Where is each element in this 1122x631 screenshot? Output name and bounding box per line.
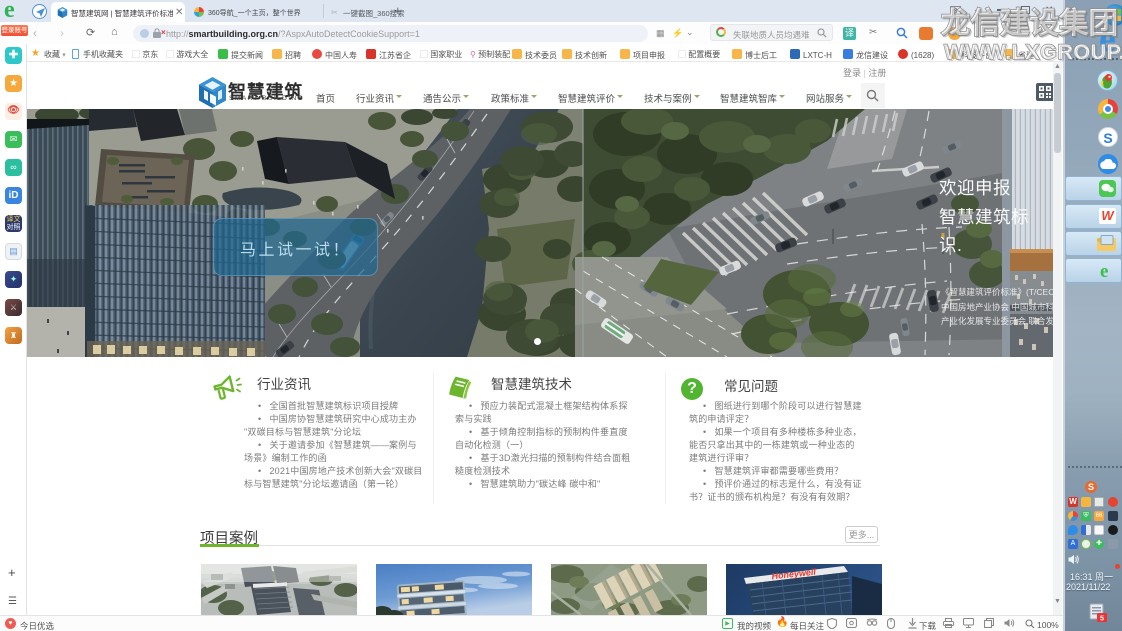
svg-text:WWW.LXGROUP.CN: WWW.LXGROUP.CN [946,42,1122,66]
svg-text:5: 5 [1100,614,1104,623]
svg-text:龙信建设集团: 龙信建设集团 [943,9,1120,42]
